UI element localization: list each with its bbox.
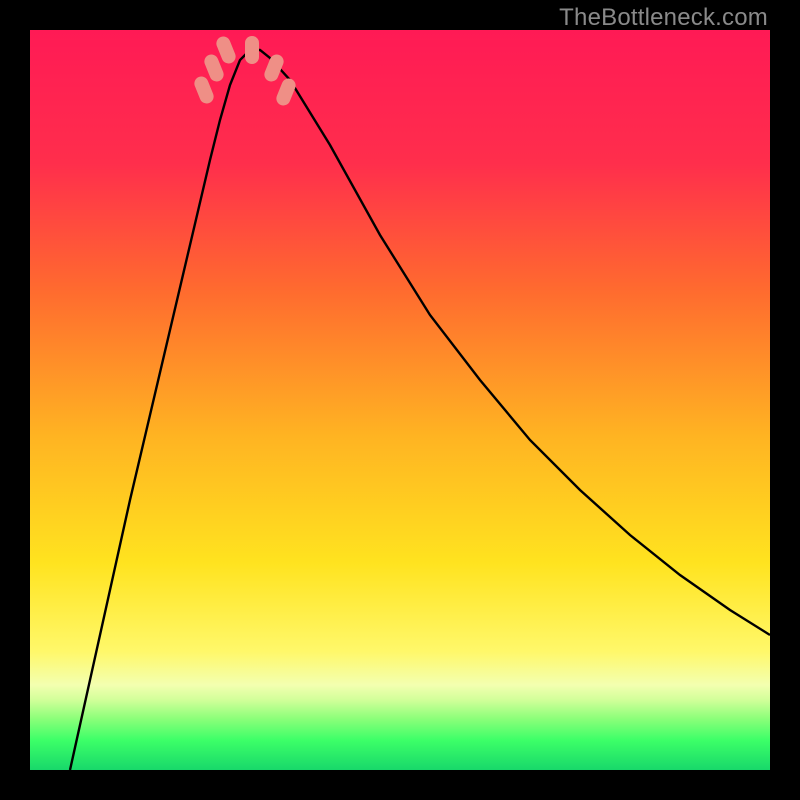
chart-frame: TheBottleneck.com <box>0 0 800 800</box>
trough-marker <box>262 52 285 83</box>
trough-marker <box>245 36 259 64</box>
plot-area <box>30 30 770 770</box>
trough-marker <box>274 76 297 107</box>
bottleneck-curve <box>30 30 770 770</box>
watermark-text: TheBottleneck.com <box>559 4 768 32</box>
